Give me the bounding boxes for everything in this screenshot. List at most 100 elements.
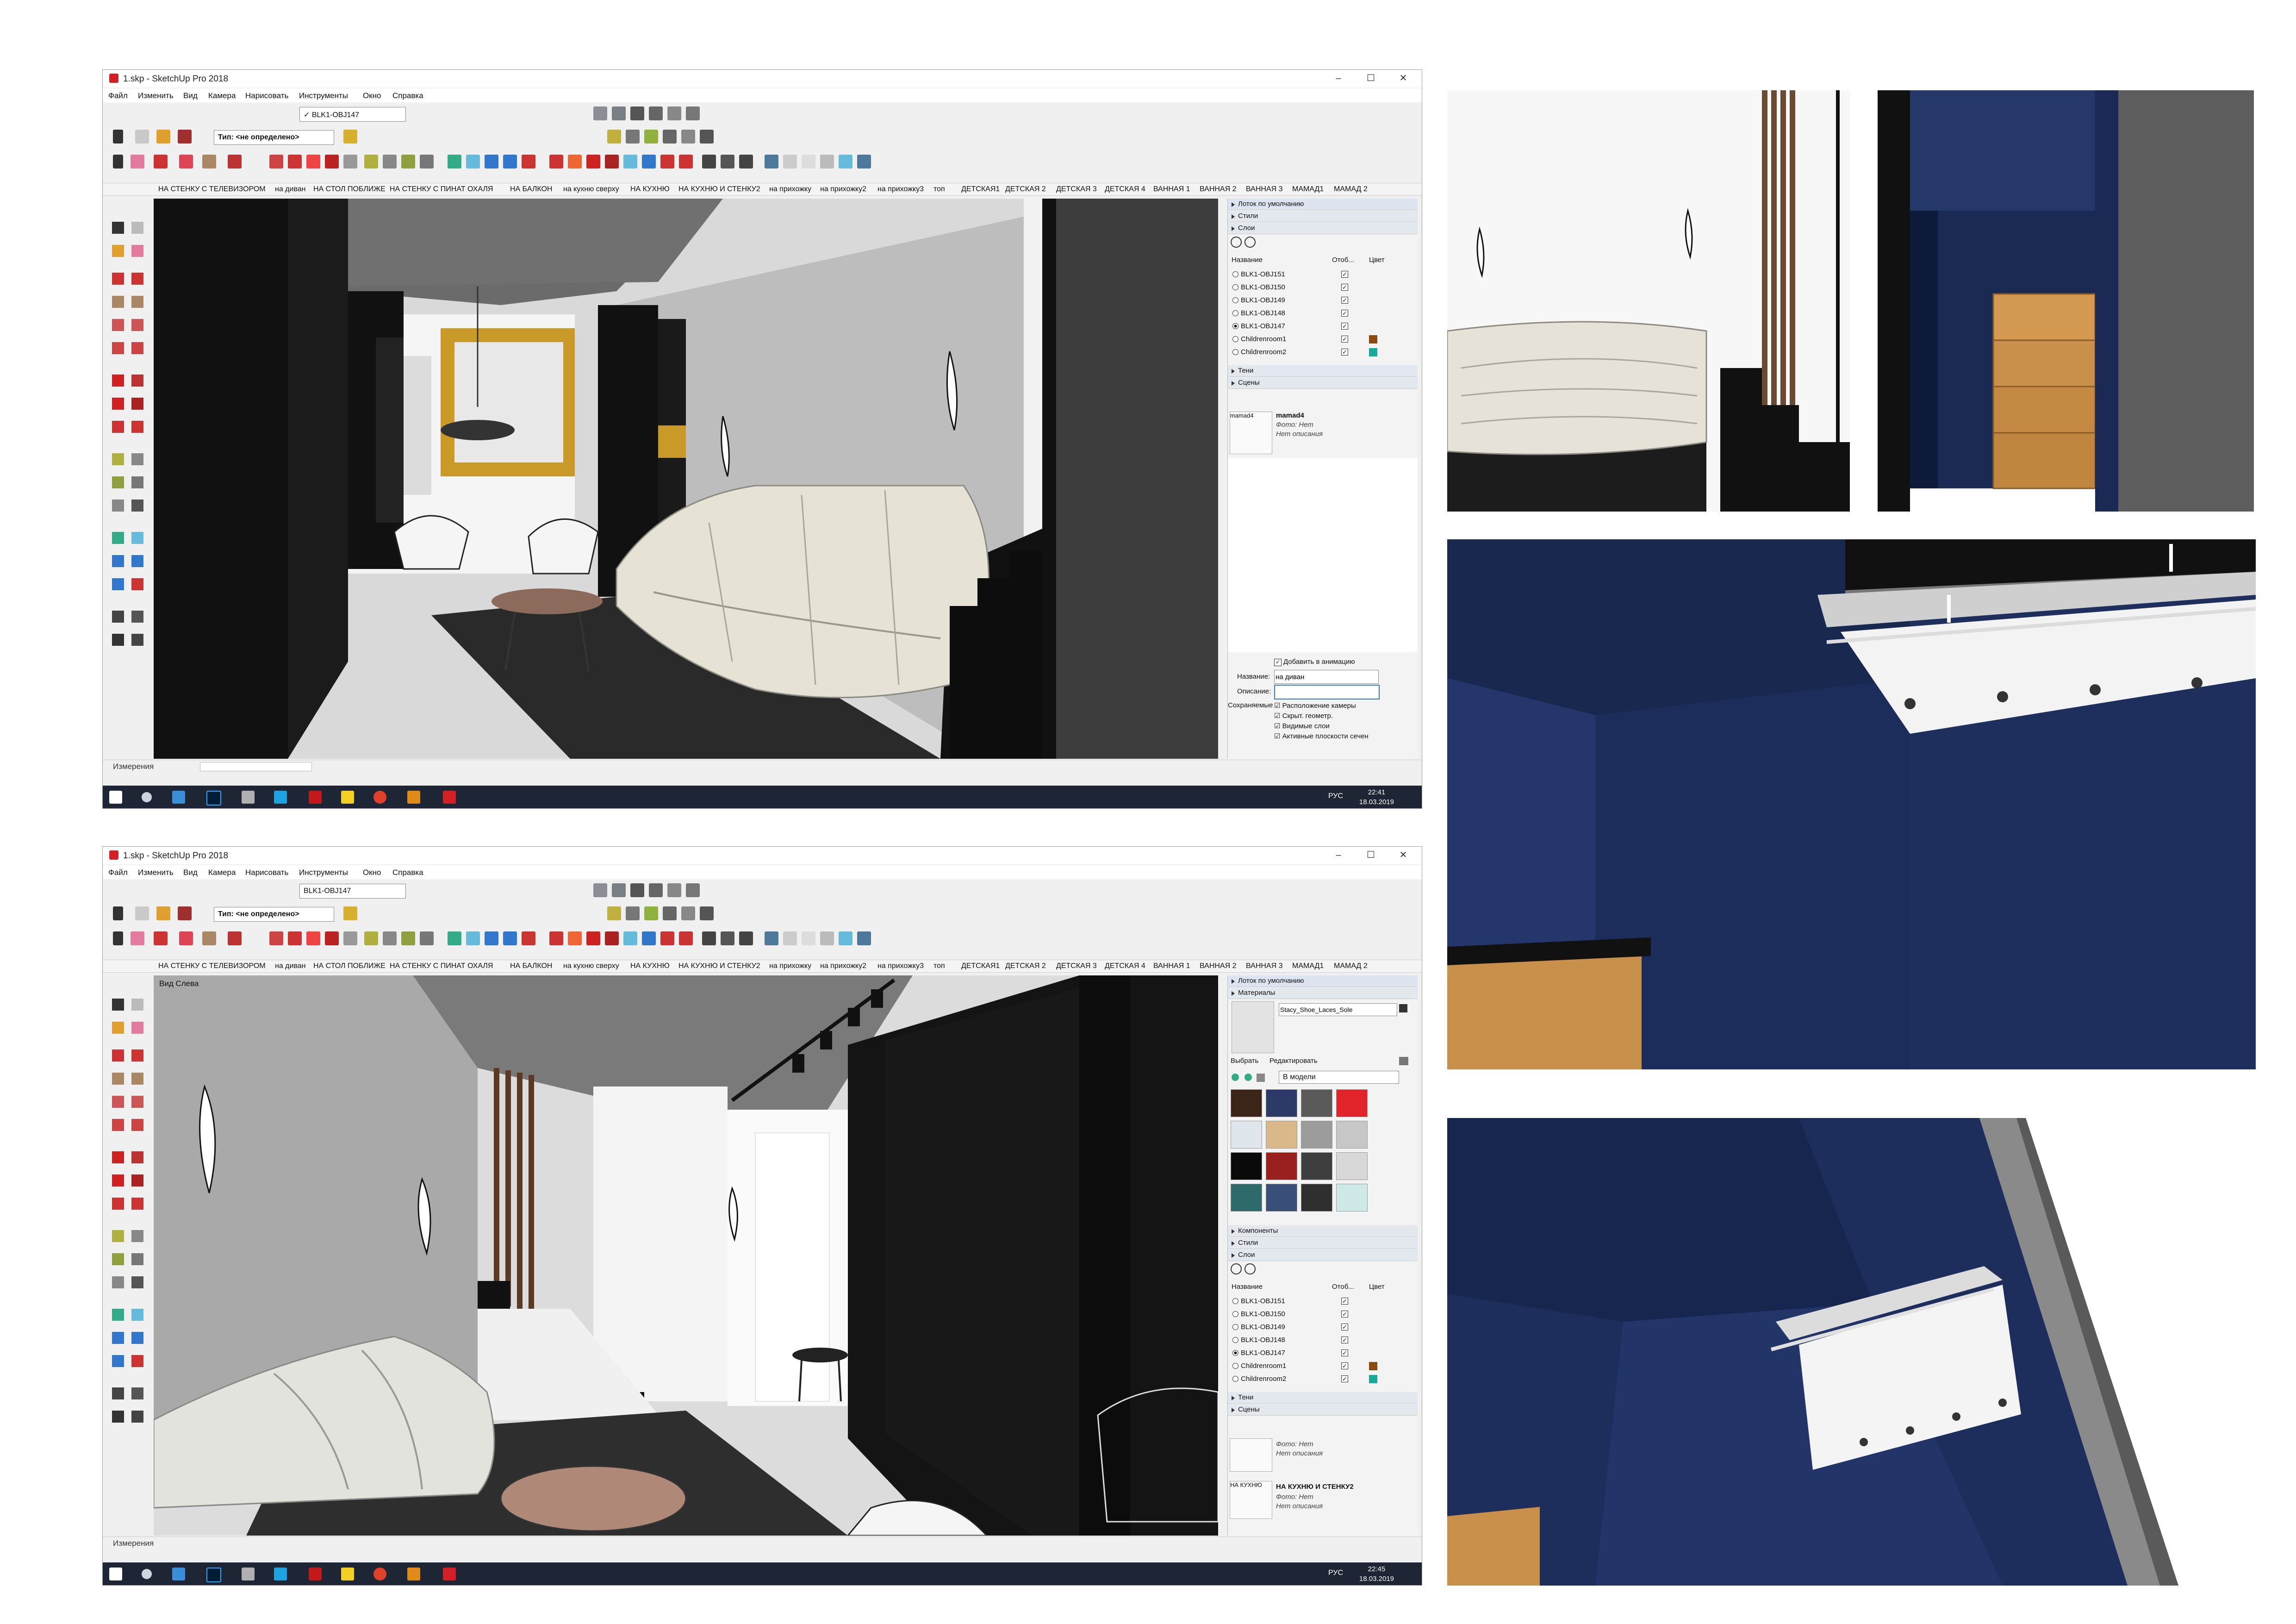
search-icon[interactable] [142,792,152,802]
save-prop-item[interactable]: ☑ Расположение камеры [1274,701,1356,710]
scene-tab[interactable]: ДЕТСКАЯ 2 [1005,185,1046,194]
files-icon[interactable] [172,791,185,804]
views-top-icon[interactable] [612,106,626,120]
scene-tab[interactable]: ДЕТСКАЯ1 [961,962,1000,970]
layer-active-radio[interactable] [1232,284,1238,290]
menu-draw[interactable]: Нарисовать [245,868,288,877]
layer-row[interactable]: Childrenroom1 ✓ [1228,1360,1418,1373]
layers-section[interactable]: Слои [1228,1249,1418,1261]
start-icon[interactable] [109,1568,122,1580]
rectangle-icon[interactable] [202,155,216,169]
text-icon[interactable] [663,130,677,144]
scene-tab[interactable]: НА КУХНЮ [630,185,670,194]
text-icon-2[interactable] [420,155,434,169]
wireframe-icon[interactable] [765,155,778,169]
footprint-icon[interactable] [739,155,753,169]
viewport-3d[interactable]: Вид Слева [154,975,1218,1536]
autocad-icon[interactable] [309,791,322,804]
xray-icon[interactable] [702,155,716,169]
layer-dropdown[interactable]: BLK1-OBJ147 [299,884,406,899]
save-prop-item[interactable]: ☑ Активные плоскости сечен [1274,732,1369,740]
axes-icon[interactable] [681,906,695,920]
select-icon[interactable] [113,130,123,144]
viewport-3d[interactable] [154,199,1218,759]
styles-section[interactable]: Стили [1228,1237,1418,1249]
position-camera-icon[interactable] [522,931,535,945]
layer-color-swatch[interactable] [1369,1362,1377,1370]
layer-row[interactable]: Childrenroom1 ✓ [1228,333,1418,346]
views-iso-icon[interactable] [593,883,607,897]
material-name-input[interactable] [1279,1003,1397,1016]
sandbox-icon[interactable] [549,155,563,169]
menu-view[interactable]: Вид [183,868,198,877]
material-swatch[interactable] [1231,1121,1262,1149]
move-icon[interactable] [269,155,283,169]
menu-edit[interactable]: Изменить [138,91,174,100]
layer-row[interactable]: BLK1-OBJ147 ✓ [1228,1347,1418,1360]
scene-thumbnail[interactable] [1230,1438,1272,1472]
menu-help[interactable]: Справка [392,868,423,877]
menu-camera[interactable]: Камера [208,868,236,877]
axes-icon[interactable] [681,130,695,144]
hidden-line-icon[interactable] [783,155,797,169]
scene-tab[interactable]: на диван [275,962,306,970]
zoom-extents-icon[interactable] [503,155,517,169]
rectangle-icon[interactable] [202,931,216,945]
measurements-input[interactable] [200,762,312,771]
minimize-button[interactable]: – [1325,849,1352,862]
entity-info-icon[interactable] [343,906,357,920]
walk-icon[interactable] [700,130,714,144]
look-around-icon[interactable] [623,155,637,169]
textured-icon[interactable] [820,155,834,169]
text-icon[interactable] [663,906,677,920]
photoshop-icon[interactable] [206,791,221,806]
material-library-dropdown[interactable]: В модели [1279,1071,1399,1084]
layer-visible-checkbox[interactable]: ✓ [1341,310,1348,317]
autocad-icon[interactable] [309,1568,322,1580]
styles-section[interactable]: Стили [1228,211,1418,222]
scene-desc-input[interactable] [1274,685,1380,700]
scene-tab[interactable]: МАМАД1 [1292,962,1324,970]
tape-icon-2[interactable] [364,155,378,169]
edit-tab[interactable]: Редактировать [1269,1057,1318,1065]
layer-row[interactable]: BLK1-OBJ147 ✓ [1228,320,1418,333]
shadows-section[interactable]: Тени [1228,365,1418,377]
scene-tab[interactable]: на прихожку2 [820,962,866,970]
layer-active-radio[interactable] [1232,297,1238,303]
protractor-icon-2[interactable] [401,931,415,945]
views-right-icon[interactable] [649,883,663,897]
shaded-icon[interactable] [802,155,815,169]
layer-visible-checkbox[interactable]: ✓ [1341,271,1348,278]
materials-icon[interactable] [568,931,582,945]
layer-dropdown[interactable]: ✓ BLK1-OBJ147 [299,107,406,122]
material-swatch[interactable] [1301,1184,1332,1212]
layer-active-radio[interactable] [1232,323,1238,329]
layer-active-radio[interactable] [1232,1298,1238,1304]
text-icon-2[interactable] [420,931,434,945]
remove-layer-icon[interactable] [1244,237,1256,248]
layer-row[interactable]: BLK1-OBJ151 ✓ [1228,268,1418,281]
look-around-icon[interactable] [623,931,637,945]
layer-active-radio[interactable] [1232,271,1238,277]
material-swatch[interactable] [1336,1152,1368,1180]
views-right-icon[interactable] [649,106,663,120]
material-swatch[interactable] [1336,1184,1368,1212]
large-toolset-icons[interactable] [106,217,149,726]
calculator-icon[interactable] [242,791,255,804]
sketchup-taskbar-icon[interactable] [443,791,456,804]
layer-active-radio[interactable] [1232,1324,1238,1330]
components-icon[interactable] [586,155,600,169]
select-icon-2[interactable] [113,931,123,945]
materials-section[interactable]: Материалы [1228,987,1418,999]
clock[interactable]: 22:41 18.03.2019 [1359,787,1394,807]
layer-color-swatch[interactable] [1369,335,1377,344]
layer-visible-checkbox[interactable]: ✓ [1341,297,1348,304]
scene-tab[interactable]: на кухню сверху [563,185,619,194]
protractor-icon-2[interactable] [401,155,415,169]
layer-active-radio[interactable] [1232,1350,1238,1356]
menu-help[interactable]: Справка [392,91,423,100]
add-layer-icon[interactable] [1231,1263,1242,1274]
scale-icon[interactable] [306,931,320,945]
add-layer-icon[interactable] [1231,237,1242,248]
walk-icon[interactable] [700,906,714,920]
